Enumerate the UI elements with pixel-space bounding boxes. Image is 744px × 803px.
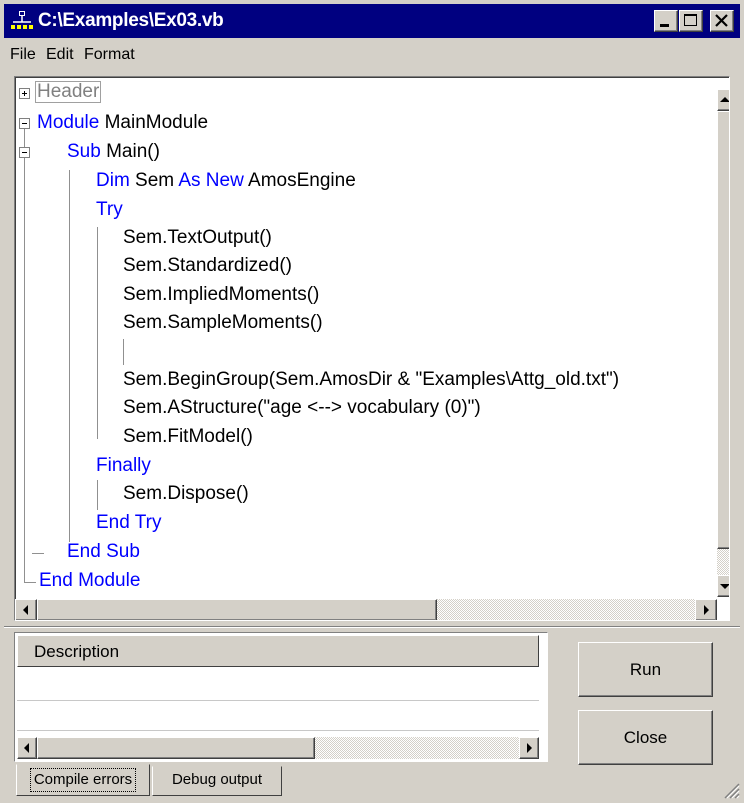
scroll-right-button[interactable] [695, 599, 717, 620]
indent-guide [97, 480, 98, 510]
collapsed-header[interactable]: Header [35, 81, 102, 103]
tree-line [32, 553, 44, 554]
code-line-module: Module MainModule [37, 111, 208, 135]
menu-format[interactable]: Format [84, 46, 135, 64]
code-editor[interactable]: Header Module MainModule Sub Main() Dim … [14, 76, 730, 621]
maximize-button[interactable] [679, 10, 703, 32]
code-line-begingroup: Sem.BeginGroup(Sem.AmosDir & "Examples\A… [123, 369, 620, 390]
scroll-left-button[interactable] [15, 599, 37, 620]
hscroll-track[interactable] [437, 599, 695, 620]
scroll-down-icon [720, 584, 729, 589]
code-line-samplemoments: Sem.SampleMoments() [123, 312, 323, 333]
tree-line [24, 158, 25, 582]
scroll-right-icon [704, 605, 709, 615]
code-line-dim: Dim Sem As New AmosEngine [96, 169, 356, 193]
menu-file[interactable]: File [10, 46, 36, 64]
close-icon [715, 14, 728, 27]
vertical-scrollbar[interactable] [717, 77, 729, 597]
menu-bar: File Edit Format [4, 40, 740, 70]
app-icon [11, 11, 33, 29]
keyword: Module [37, 112, 100, 133]
scroll-right-button[interactable] [519, 737, 539, 759]
minimize-button[interactable] [654, 10, 678, 32]
scroll-up-button[interactable] [717, 89, 729, 111]
code-line-astructure: Sem.AStructure("age <--> vocabulary (0)"… [123, 397, 481, 418]
scroll-down-button[interactable] [717, 575, 729, 597]
hscroll-thumb[interactable] [37, 737, 315, 759]
tree-line [24, 129, 25, 147]
code-line-end-try: End Try [96, 512, 162, 533]
tab-label: Compile errors [29, 768, 137, 792]
column-header-label: Description [34, 642, 120, 661]
list-row-divider [17, 700, 539, 701]
tree-line [24, 582, 36, 583]
scroll-track[interactable] [717, 549, 729, 575]
description-column-header[interactable]: Description [17, 635, 539, 667]
fold-plus-icon[interactable] [19, 88, 30, 99]
code-line-end-module: End Module [39, 570, 141, 591]
fold-minus-icon[interactable] [19, 147, 30, 158]
scroll-up-icon [720, 97, 729, 102]
identifier: Sem [129, 170, 179, 191]
tab-compile-errors[interactable]: Compile errors [16, 764, 150, 796]
close-window-button[interactable] [710, 10, 734, 32]
tab-debug-output[interactable]: Debug output [152, 766, 282, 796]
code-line-try: Try [96, 199, 123, 220]
hscroll-thumb[interactable] [37, 599, 437, 620]
window-title: C:\Examples\Ex03.vb [38, 10, 224, 31]
compile-errors-list[interactable]: Description [14, 632, 548, 762]
close-button[interactable]: Close [578, 710, 713, 765]
code-line-impliedmoments: Sem.ImpliedMoments() [123, 284, 320, 305]
scroll-left-icon [24, 743, 29, 753]
code-line-sub: Sub Main() [67, 140, 160, 164]
scroll-right-icon [527, 743, 532, 753]
maximize-icon [684, 14, 697, 26]
minimize-icon [660, 24, 669, 27]
run-button[interactable]: Run [578, 642, 713, 697]
scroll-left-button[interactable] [17, 737, 37, 759]
menu-edit[interactable]: Edit [46, 46, 74, 64]
code-line-end-sub: End Sub [67, 541, 140, 562]
indent-guide [123, 339, 124, 365]
identifier: AmosEngine [243, 170, 356, 191]
code-line-standardized: Sem.Standardized() [123, 255, 292, 276]
identifier: Main() [100, 141, 160, 162]
list-row-divider [17, 730, 539, 731]
splitter[interactable] [4, 626, 740, 628]
title-bar[interactable]: C:\Examples\Ex03.vb [4, 4, 740, 38]
code-line-finally: Finally [96, 455, 151, 476]
keyword: Sub [67, 141, 101, 162]
code-line-dispose: Sem.Dispose() [123, 483, 249, 504]
horizontal-scrollbar[interactable] [15, 599, 717, 620]
editor-window: C:\Examples\Ex03.vb File Edit Format Hea… [0, 0, 744, 803]
errors-hscrollbar[interactable] [17, 737, 539, 759]
fold-minus-icon[interactable] [19, 118, 30, 129]
keyword: Dim [96, 170, 130, 191]
indent-guide [97, 227, 98, 439]
code-line-fitmodel: Sem.FitModel() [123, 426, 253, 447]
scroll-left-icon [23, 605, 28, 615]
identifier: MainModule [99, 112, 209, 133]
code-line-textoutput: Sem.TextOutput() [123, 227, 272, 248]
hscroll-track[interactable] [315, 737, 519, 759]
indent-guide [69, 170, 70, 542]
size-grip-icon[interactable] [722, 781, 740, 799]
scroll-thumb[interactable] [717, 111, 729, 549]
keyword: As New [178, 170, 244, 191]
